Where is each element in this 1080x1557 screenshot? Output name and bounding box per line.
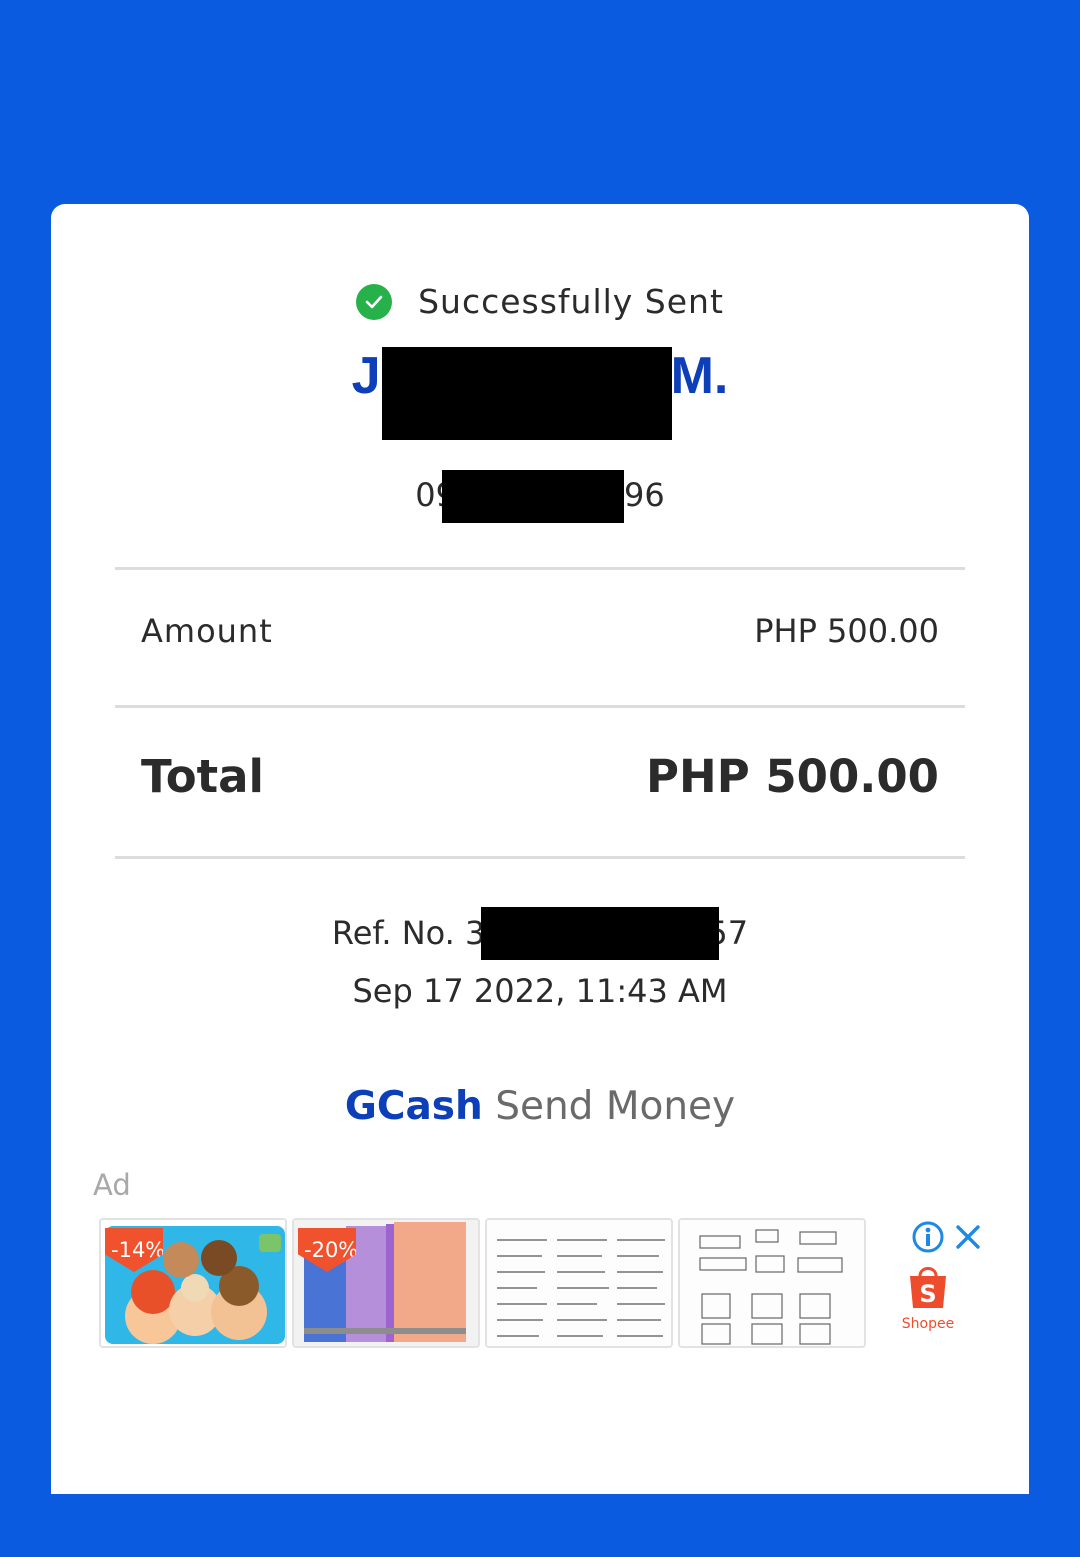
recipient-name-end: M. [670, 347, 729, 405]
recipient-name-start: J [351, 347, 381, 405]
brand-name: GCash [344, 1084, 483, 1129]
ad-product-2[interactable]: -20% [292, 1218, 480, 1348]
amount-row: Amount PHP 500.00 [141, 612, 939, 650]
status-row: Successfully Sent [51, 282, 1029, 321]
total-row: Total PHP 500.00 [141, 750, 939, 803]
shopee-bag-icon: S [910, 1267, 946, 1308]
svg-text:S: S [919, 1280, 936, 1308]
ad-product-3[interactable] [485, 1218, 673, 1348]
service-name: Send Money [495, 1084, 736, 1129]
ad-product-4[interactable] [678, 1218, 866, 1348]
ad-info-icon[interactable] [911, 1220, 945, 1254]
amount-value: PHP 500.00 [754, 612, 939, 650]
divider [115, 705, 965, 708]
shopee-label: Shopee [901, 1316, 955, 1332]
amount-label: Amount [141, 612, 273, 650]
success-check-icon [356, 283, 393, 320]
ad-label: Ad [93, 1168, 131, 1202]
receipt-zigzag-edge [51, 1470, 1029, 1488]
transaction-date: Sep 17 2022, 11:43 AM [352, 972, 728, 1010]
ad-product-1[interactable]: -14% [99, 1218, 287, 1348]
phone-end: 96 [624, 476, 665, 514]
divider [115, 567, 965, 570]
total-value: PHP 500.00 [646, 750, 939, 803]
shopee-logo[interactable]: S Shopee [899, 1262, 957, 1332]
redaction-block [382, 347, 672, 440]
shape-diagram-image [680, 1220, 864, 1346]
receipt-card: Successfully Sent J M. 09 96 Amount PHP 50… [51, 204, 1029, 1494]
ad-controls [911, 1218, 991, 1258]
status-text: Successfully Sent [418, 282, 724, 321]
redaction-block [442, 470, 624, 523]
total-label: Total [141, 750, 264, 803]
service-footer: GCash Send Money [51, 1084, 1029, 1129]
divider [115, 856, 965, 859]
ad-close-icon[interactable] [953, 1222, 983, 1252]
redaction-block [481, 907, 719, 960]
calligraphy-sheet-image [487, 1220, 671, 1346]
reference-prefix: Ref. No. 3 [331, 914, 486, 952]
